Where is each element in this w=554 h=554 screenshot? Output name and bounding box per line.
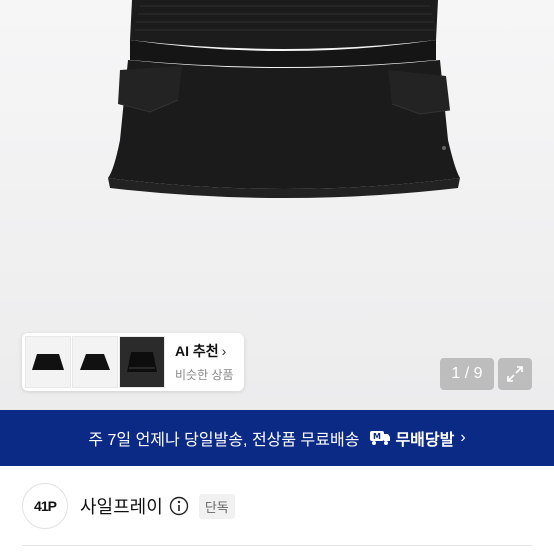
ai-recommend-subtitle: 비슷한 상품 <box>175 368 234 382</box>
divider <box>22 545 532 546</box>
free-shipping-banner[interactable]: 주 7일 언제나 당일발송, 전상품 무료배송 M 무배당발 › <box>0 410 554 466</box>
brand-name[interactable]: 사일프레이 <box>80 493 163 519</box>
svg-text:M: M <box>373 432 381 441</box>
skirt-thumb-icon <box>127 352 157 372</box>
thumb-mini-skirt-2[interactable] <box>72 336 118 388</box>
skirt-thumb-icon <box>32 354 64 370</box>
brand-row[interactable]: 41P 사일프레이 단독 <box>0 466 554 546</box>
ai-recommend-text: AI 추천 › 비슷한 상품 <box>175 341 234 383</box>
chevron-right-icon: › <box>460 429 466 446</box>
image-counter: 1 / 9 <box>440 358 494 390</box>
ai-title-label: AI 추천 <box>175 343 219 359</box>
banner-text: 주 7일 언제나 당일발송, 전상품 무료배송 <box>88 432 360 449</box>
brand-logo[interactable]: 41P <box>22 483 68 529</box>
exclusive-badge: 단독 <box>198 493 235 519</box>
ai-recommend-title[interactable]: AI 추천 › <box>175 341 234 361</box>
skirt-thumb-icon <box>80 354 110 370</box>
expand-icon <box>507 366 523 382</box>
banner-brand: 무배당발 <box>395 432 455 449</box>
thumb-mini-skirt-3[interactable] <box>119 336 165 388</box>
info-icon[interactable] <box>169 496 189 516</box>
expand-image-button[interactable] <box>498 358 532 390</box>
chevron-right-icon: › <box>221 343 227 359</box>
free-delivery-icon: M <box>369 429 391 447</box>
product-image[interactable]: AI 추천 › 비슷한 상품 1 / 9 <box>0 0 554 410</box>
ai-recommend-card[interactable]: AI 추천 › 비슷한 상품 <box>22 333 244 391</box>
thumb-mini-skirt-1[interactable] <box>25 336 71 388</box>
